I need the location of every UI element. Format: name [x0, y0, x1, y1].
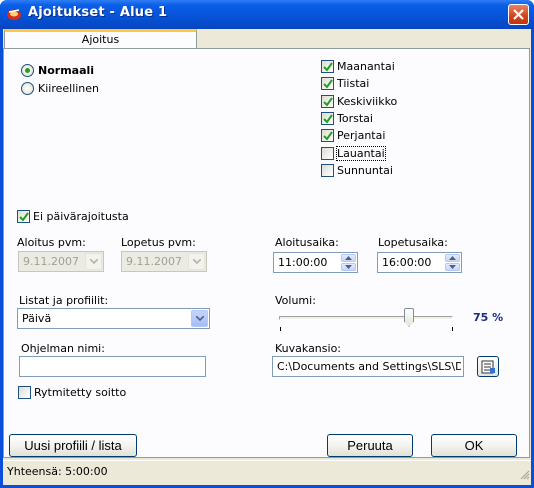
checkbox-box: [17, 209, 30, 223]
radio-urgent-label: Kiireellinen: [38, 82, 100, 95]
start-date-label: Aloitus pvm:: [17, 236, 86, 249]
image-folder-input[interactable]: C:\Documents and Settings\SLS\Deskt: [272, 356, 464, 377]
checkbox-label: Maanantai: [337, 59, 395, 73]
checkbox-box: [321, 59, 334, 73]
start-time-label: Aloitusaika:: [275, 236, 339, 249]
checkbox-label: Sunnuntai: [337, 163, 393, 177]
checkmark-icon: [19, 211, 29, 222]
checkbox-label: Keskiviikko: [337, 94, 398, 108]
checkbox-label: Tiistai: [337, 76, 370, 90]
end-date-value: 9.11.2007: [126, 255, 182, 268]
checkbox-label: Lauantai: [336, 145, 386, 161]
slider-tick: [452, 327, 453, 331]
app-icon: [7, 9, 21, 20]
triangle-up-icon: [449, 256, 456, 260]
checkmark-icon: [323, 78, 333, 89]
start-time-field[interactable]: 11:00:00: [273, 252, 358, 273]
slider-tick: [280, 327, 281, 331]
checkbox-sunday[interactable]: Sunnuntai: [321, 163, 393, 177]
status-total: Yhteensä: 5:00:00: [7, 465, 108, 478]
status-bar: Yhteensä: 5:00:00: [3, 460, 531, 482]
close-icon: [513, 9, 524, 20]
volume-slider-track[interactable]: [279, 316, 453, 320]
end-time-field[interactable]: 16:00:00: [377, 252, 462, 273]
spin-down-button[interactable]: [341, 263, 356, 271]
chevron-down-icon: [196, 316, 204, 321]
tab-strip: Ajoitus: [3, 29, 531, 49]
triangle-down-icon: [449, 265, 456, 269]
start-date-picker[interactable]: 9.11.2007: [18, 251, 104, 272]
checkbox-box: [321, 111, 334, 125]
checkbox-thursday[interactable]: Torstai: [321, 111, 373, 125]
checkbox-tuesday[interactable]: Tiistai: [321, 76, 369, 90]
checkbox-box: [321, 128, 334, 142]
title-bar[interactable]: Ajoitukset - Alue 1: [0, 0, 534, 29]
checkmark-icon: [323, 96, 333, 107]
radio-urgent[interactable]: Kiireellinen: [21, 82, 99, 95]
end-time-label: Lopetusaika:: [378, 236, 448, 249]
checkbox-saturday[interactable]: Lauantai: [321, 145, 386, 161]
checkbox-box: [321, 94, 334, 108]
folder-browse-icon: [481, 360, 495, 374]
checkbox-label: Perjantai: [337, 128, 386, 142]
checkbox-box: [321, 146, 334, 160]
radio-circle: [21, 82, 34, 95]
image-folder-label: Kuvakansio:: [275, 342, 341, 355]
dialog-client: Ajoitus Normaali Kiireellinen Maanantai …: [3, 29, 531, 485]
checkmark-icon: [323, 61, 333, 72]
spin-down-button[interactable]: [445, 263, 460, 271]
radio-circle: [21, 64, 34, 77]
checkbox-box: [18, 385, 31, 399]
volume-label: Volumi:: [275, 294, 316, 307]
new-profile-button[interactable]: Uusi profiili / lista: [9, 434, 137, 457]
cancel-button[interactable]: Peruuta: [327, 434, 413, 457]
dialog-window: Ajoitukset - Alue 1 Ajoitus Normaali Kii…: [0, 0, 534, 488]
triangle-up-icon: [345, 256, 352, 260]
spin-buttons: [341, 254, 356, 271]
window-title: Ajoitukset - Alue 1: [28, 5, 168, 20]
spin-buttons: [445, 254, 460, 271]
program-name-label: Ohjelman nimi:: [21, 342, 105, 355]
radio-normal-label: Normaali: [38, 64, 95, 77]
spin-up-button[interactable]: [445, 254, 460, 262]
checkbox-box: [321, 163, 334, 177]
chevron-down-icon: [90, 259, 98, 264]
end-date-picker[interactable]: 9.11.2007: [121, 251, 207, 272]
start-time-value: 11:00:00: [278, 256, 328, 269]
checkbox-label: Torstai: [337, 111, 373, 125]
checkbox-monday[interactable]: Maanantai: [321, 59, 395, 73]
checkbox-label: Ei päivärajoitusta: [33, 209, 129, 223]
checkmark-icon: [323, 113, 333, 124]
lists-selected: Päivä: [22, 312, 52, 325]
start-date-value: 9.11.2007: [23, 255, 79, 268]
spin-up-button[interactable]: [341, 254, 356, 262]
ok-button[interactable]: OK: [431, 434, 517, 457]
lists-label: Listat ja profiilit:: [19, 294, 109, 307]
checkbox-rhythm[interactable]: Rytmitetty soitto: [18, 385, 126, 399]
dropdown-arrow[interactable]: [188, 253, 205, 270]
chevron-down-icon: [193, 259, 201, 264]
checkbox-friday[interactable]: Perjantai: [321, 128, 385, 142]
image-folder-value: C:\Documents and Settings\SLS\Deskt: [277, 360, 461, 373]
resize-grip-icon[interactable]: [519, 469, 530, 480]
triangle-down-icon: [345, 265, 352, 269]
dropdown-arrow[interactable]: [191, 310, 208, 327]
browse-folder-button[interactable]: [477, 356, 499, 377]
dropdown-arrow[interactable]: [85, 253, 102, 270]
radio-selected-dot: [25, 68, 30, 73]
checkbox-no-date-limit[interactable]: Ei päivärajoitusta: [17, 209, 129, 223]
end-date-label: Lopetus pvm:: [121, 236, 196, 249]
tab-ajoitus[interactable]: Ajoitus: [4, 29, 197, 49]
checkbox-label: Rytmitetty soitto: [34, 385, 127, 399]
program-name-input[interactable]: [19, 356, 206, 377]
radio-normal[interactable]: Normaali: [21, 64, 94, 77]
close-button[interactable]: [508, 4, 529, 25]
end-time-value: 16:00:00: [382, 256, 432, 269]
lists-dropdown[interactable]: Päivä: [17, 308, 210, 329]
checkbox-box: [321, 76, 334, 90]
checkmark-icon: [323, 130, 333, 141]
volume-value: 75 %: [473, 311, 504, 324]
checkbox-wednesday[interactable]: Keskiviikko: [321, 94, 397, 108]
